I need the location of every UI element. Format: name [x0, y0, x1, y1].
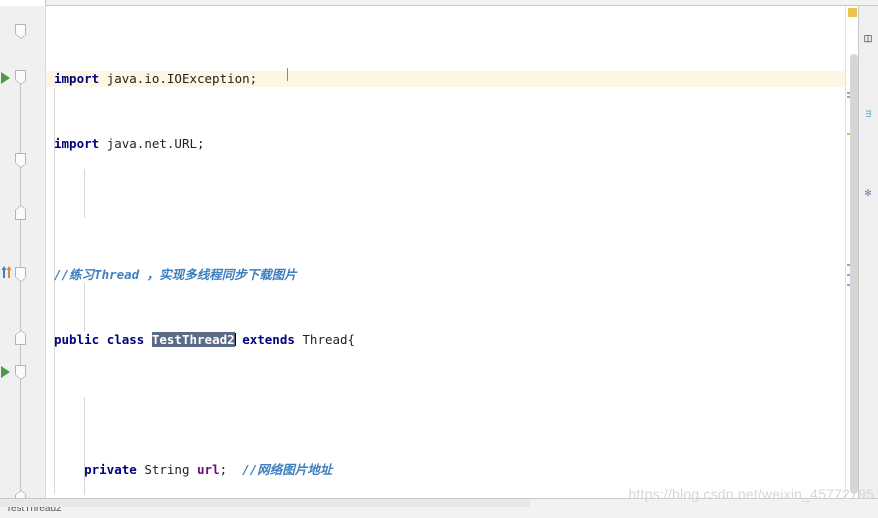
- editor-body: import java.io.IOException; import java.…: [0, 6, 878, 505]
- ant-icon: ✻: [864, 188, 874, 199]
- editor-top-strip: [0, 0, 878, 6]
- code-line[interactable]: //练习Thread ，实现多线程同步下载图片: [46, 267, 845, 283]
- fold-line-class: [20, 84, 21, 494]
- sidebar-item-ant[interactable]: ✻ Ant Build: [859, 158, 878, 230]
- fold-marker-import-block[interactable]: [15, 24, 27, 39]
- editor-text-area[interactable]: import java.io.IOException; import java.…: [46, 6, 845, 498]
- text-caret: [234, 332, 236, 346]
- run-main-gutter-icon[interactable]: [1, 366, 10, 378]
- fold-marker-class[interactable]: [15, 70, 27, 85]
- code-line[interactable]: private String url; //网络图片地址: [46, 462, 845, 478]
- idea-editor-window: import java.io.IOException; import java.…: [0, 0, 878, 518]
- warning-marker[interactable]: [848, 8, 857, 17]
- breadcrumb-bar[interactable]: TestThread2: [0, 498, 878, 518]
- fold-marker-run-method-end[interactable]: [15, 330, 27, 345]
- right-tool-window-bar[interactable]: ◫ Database m Maven Projects ✻ Ant Build: [858, 6, 878, 498]
- fold-marker-constructor[interactable]: [15, 153, 27, 168]
- sidebar-item-database[interactable]: ◫ Database: [859, 8, 878, 70]
- code-line[interactable]: import java.net.URL;: [46, 136, 845, 152]
- class-comment: //练习Thread ，实现多线程同步下载图片: [54, 266, 297, 282]
- selected-token[interactable]: TestThread2: [151, 331, 235, 347]
- code-line[interactable]: [46, 397, 845, 413]
- maven-icon: m: [864, 109, 874, 118]
- breadcrumb-bar-fill: [0, 499, 530, 507]
- overriding-method-icon[interactable]: [1, 265, 13, 279]
- vertical-scrollbar-thumb[interactable]: [850, 54, 858, 494]
- code-lines[interactable]: import java.io.IOException; import java.…: [46, 6, 845, 498]
- editor-marker-track[interactable]: [845, 6, 858, 498]
- sidebar-item-maven[interactable]: m Maven Projects: [859, 68, 878, 160]
- fold-marker-main-method[interactable]: [15, 365, 27, 380]
- code-line[interactable]: [46, 202, 845, 218]
- code-line[interactable]: import java.io.IOException;: [46, 71, 845, 87]
- fold-marker-run-method[interactable]: [15, 267, 27, 282]
- editor-gutter[interactable]: [0, 6, 46, 505]
- run-class-gutter-icon[interactable]: [1, 72, 10, 84]
- mouse-text-cursor: [287, 68, 288, 81]
- editor-tab-stub[interactable]: [0, 0, 46, 6]
- fold-marker-constructor-end[interactable]: [15, 205, 27, 220]
- url-field-comment: //网络图片地址: [242, 462, 333, 478]
- database-icon: ◫: [864, 33, 874, 44]
- code-line-class-declaration[interactable]: public class TestThread2 extends Thread{: [46, 331, 845, 348]
